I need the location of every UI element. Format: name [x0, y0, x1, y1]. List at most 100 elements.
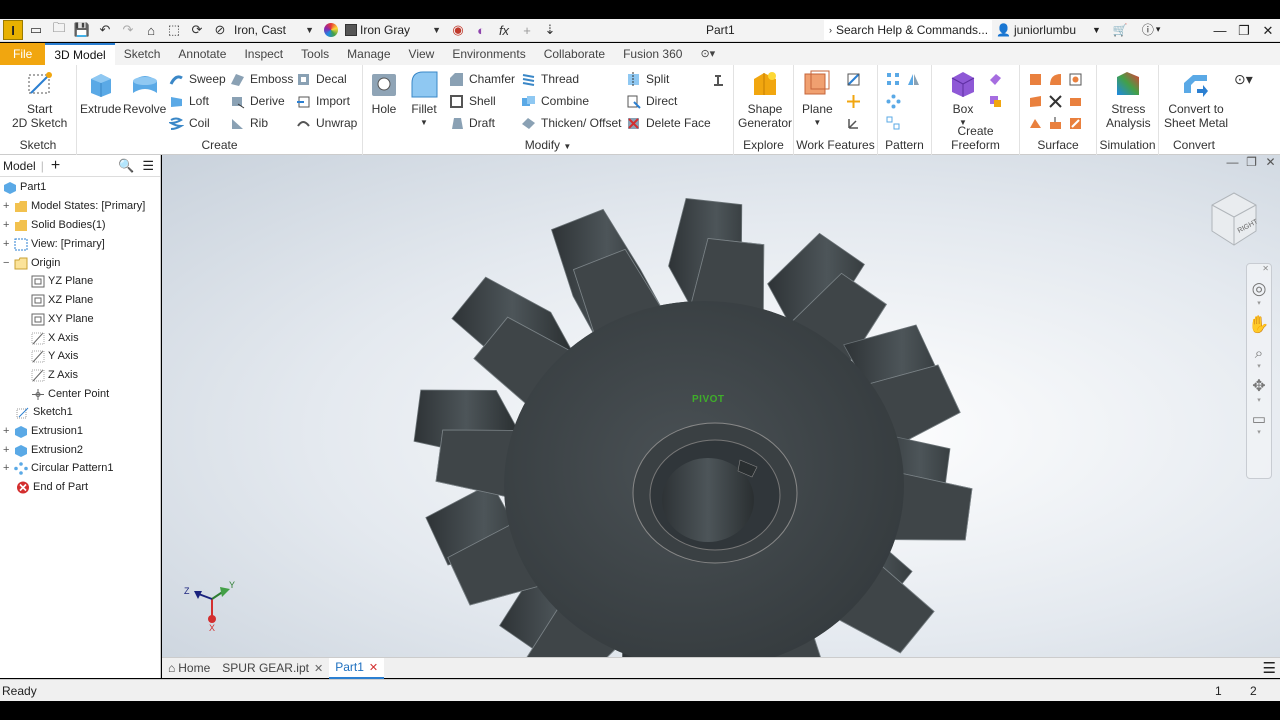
- tree-xy-plane[interactable]: XY Plane: [31, 310, 94, 328]
- zoom-icon[interactable]: ⌕: [1247, 345, 1271, 362]
- unwrap-button[interactable]: Unwrap: [296, 113, 357, 133]
- save-icon[interactable]: 💾: [72, 20, 92, 40]
- tree-solid-bodies[interactable]: + Solid Bodies(1): [3, 216, 106, 234]
- look-at-icon[interactable]: ▭: [1247, 410, 1271, 428]
- loft-button[interactable]: Loft: [169, 91, 209, 111]
- tree-y-axis[interactable]: Y Axis: [31, 347, 78, 365]
- surface-row-2[interactable]: [1028, 91, 1088, 111]
- fx-icon[interactable]: fx: [494, 20, 514, 40]
- tree-view[interactable]: + View: [Primary]: [3, 235, 105, 253]
- expand-icon[interactable]: +: [3, 200, 12, 212]
- expand-icon[interactable]: +: [3, 219, 12, 231]
- coil-button[interactable]: Coil: [169, 113, 210, 133]
- tree-circular-pattern1[interactable]: + Circular Pattern1: [3, 459, 114, 477]
- group-label-modify[interactable]: Modify ▼: [363, 138, 733, 152]
- tree-extrusion2[interactable]: + Extrusion2: [3, 441, 83, 459]
- tree-yz-plane[interactable]: YZ Plane: [31, 272, 93, 290]
- draft-button[interactable]: Draft: [449, 113, 495, 133]
- chevron-down-icon[interactable]: ▾: [1247, 299, 1271, 307]
- gear-model[interactable]: [162, 155, 1280, 657]
- tab-tools[interactable]: Tools: [292, 43, 338, 65]
- appearance-select[interactable]: Iron Gray ▼: [341, 21, 445, 39]
- tab-fusion-360[interactable]: Fusion 360: [614, 43, 691, 65]
- tab-part1[interactable]: Part1 ✕: [329, 657, 385, 679]
- material-select[interactable]: Iron, Cast ▼: [230, 21, 318, 39]
- ribbon-options-icon[interactable]: ⊙▾: [691, 43, 724, 65]
- home-icon[interactable]: ⌂: [141, 20, 161, 40]
- pan-icon[interactable]: ✋: [1247, 315, 1271, 335]
- tab-collaborate[interactable]: Collaborate: [535, 43, 614, 65]
- sweep-button[interactable]: Sweep: [169, 69, 226, 89]
- rib-button[interactable]: Rib: [230, 113, 268, 133]
- undo-icon[interactable]: ↶: [95, 20, 115, 40]
- orbit-icon[interactable]: ✥: [1247, 376, 1271, 396]
- chevron-down-icon[interactable]: ▾: [1247, 396, 1271, 404]
- freeform-convert-button[interactable]: [988, 91, 1008, 111]
- fillet-button[interactable]: Fillet ▼: [409, 69, 439, 130]
- close-icon[interactable]: ✕: [369, 661, 378, 674]
- emboss-button[interactable]: Emboss: [230, 69, 293, 89]
- convert-sheet-metal-button[interactable]: Convert to Sheet Metal: [1164, 69, 1228, 130]
- new-icon[interactable]: ▭: [26, 20, 46, 40]
- tree-part1[interactable]: Part1: [3, 178, 46, 196]
- tab-sketch[interactable]: Sketch: [115, 43, 170, 65]
- tree-center-point[interactable]: Center Point: [31, 385, 109, 403]
- close-icon[interactable]: ✕: [314, 662, 323, 675]
- tab-manage[interactable]: Manage: [338, 43, 399, 65]
- combine-button[interactable]: Combine: [521, 91, 589, 111]
- select-icon[interactable]: ⬚: [164, 20, 184, 40]
- start-2d-sketch-button[interactable]: Start 2D Sketch: [12, 69, 67, 130]
- delete-face-button[interactable]: Delete Face: [626, 113, 711, 133]
- thicken-button[interactable]: Thicken/ Offset: [521, 113, 621, 133]
- tabs-menu-icon[interactable]: ☰: [1263, 659, 1276, 677]
- update-icon[interactable]: ⟳: [187, 20, 207, 40]
- app-logo[interactable]: I: [3, 20, 23, 40]
- tree-model-states[interactable]: + Model States: [Primary]: [3, 197, 145, 215]
- ucs-button[interactable]: [846, 113, 866, 133]
- tree-xz-plane[interactable]: XZ Plane: [31, 291, 93, 309]
- tree-origin[interactable]: − Origin: [3, 254, 60, 272]
- graphics-viewport[interactable]: — ❐ ✕ PIVOT RIGHT ✕ ◎ ▾ ✋ ⌕ ▾ ✥ ▾ ▭ ▾ X …: [162, 155, 1280, 657]
- tab-spur-gear[interactable]: SPUR GEAR.ipt ✕: [216, 658, 329, 679]
- expand-icon[interactable]: +: [3, 444, 12, 456]
- add-browser-icon[interactable]: +: [51, 157, 60, 175]
- tab-inspect[interactable]: Inspect: [235, 43, 292, 65]
- viewcube[interactable]: RIGHT: [1204, 189, 1264, 253]
- split-button[interactable]: Split: [626, 69, 669, 89]
- add-icon[interactable]: +: [517, 20, 537, 40]
- derive-button[interactable]: Derive: [230, 91, 285, 111]
- tab-file[interactable]: File: [0, 43, 46, 65]
- appearance-icon[interactable]: [324, 23, 338, 37]
- chevron-down-icon[interactable]: ▾: [1247, 362, 1271, 370]
- user-menu[interactable]: 👤 juniorlumbu ▼ 🛒 ⓘ ▾: [996, 21, 1160, 38]
- open-icon[interactable]: 🗀: [49, 20, 69, 40]
- stress-analysis-button[interactable]: Stress Analysis: [1106, 69, 1151, 130]
- tab-environments[interactable]: Environments: [443, 43, 534, 65]
- modify-extra-button[interactable]: [711, 69, 731, 89]
- shape-generator-button[interactable]: Shape Generator: [738, 69, 792, 130]
- material-icon[interactable]: ⊘: [210, 20, 230, 40]
- close-navbar-icon[interactable]: ✕: [1247, 264, 1271, 273]
- minimize-icon[interactable]: —: [1208, 19, 1232, 42]
- clear-appearance-icon[interactable]: ◉: [448, 20, 468, 40]
- expand-icon[interactable]: +: [3, 425, 12, 437]
- restore-icon[interactable]: ❐: [1232, 19, 1256, 42]
- redo-icon[interactable]: ↷: [118, 20, 138, 40]
- tree-z-axis[interactable]: Z Axis: [31, 366, 78, 384]
- work-point-button[interactable]: [846, 91, 866, 111]
- customize-icon[interactable]: ⇣: [540, 20, 560, 40]
- shell-button[interactable]: Shell: [449, 91, 496, 111]
- surface-row-1[interactable]: [1028, 69, 1088, 89]
- tree-end-of-part[interactable]: End of Part: [16, 478, 88, 496]
- revolve-button[interactable]: Revolve: [123, 69, 166, 116]
- help-icon[interactable]: ⓘ: [1142, 21, 1154, 38]
- hole-button[interactable]: Hole: [369, 69, 399, 116]
- tree-x-axis[interactable]: X Axis: [31, 329, 79, 347]
- tab-annotate[interactable]: Annotate: [169, 43, 235, 65]
- direct-button[interactable]: Direct: [626, 91, 677, 111]
- expand-icon[interactable]: +: [3, 238, 12, 250]
- search-icon[interactable]: 🔍: [118, 158, 134, 174]
- close-icon[interactable]: ✕: [1256, 19, 1280, 42]
- plane-button[interactable]: Plane ▼: [802, 69, 833, 130]
- import-button[interactable]: Import: [296, 91, 350, 111]
